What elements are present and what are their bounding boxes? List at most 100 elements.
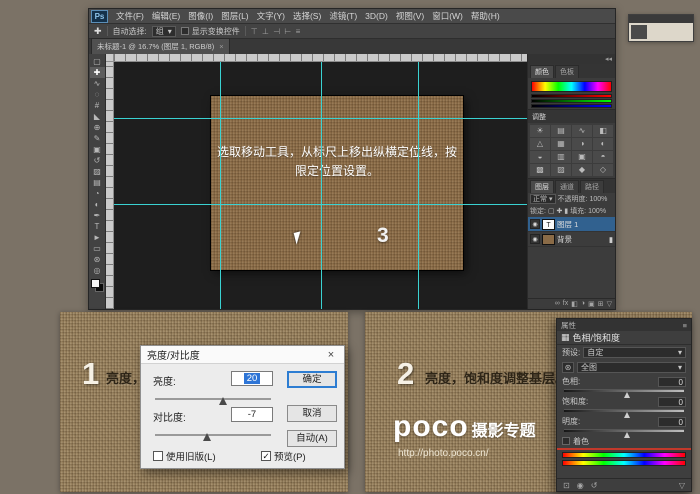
menu-image[interactable]: 图像(I) bbox=[184, 10, 217, 22]
contrast-slider-thumb[interactable] bbox=[203, 433, 211, 441]
adjustment-icon[interactable]: ☀ bbox=[530, 125, 550, 137]
zoom-tool[interactable]: ◎ bbox=[90, 265, 105, 276]
document[interactable]: 选取移动工具，从标尺上移出纵横定位线，按限定位置设置。 3 bbox=[211, 96, 463, 270]
healing-brush-tool[interactable]: ⊕ bbox=[90, 122, 105, 133]
adjustment-icon[interactable]: ◐ bbox=[593, 138, 613, 150]
adjustment-icon[interactable]: ◓ bbox=[593, 151, 613, 163]
link-layers-icon[interactable]: ∞ bbox=[555, 300, 560, 308]
history-brush-tool[interactable]: ↺ bbox=[90, 155, 105, 166]
saturation-slider-thumb[interactable] bbox=[624, 412, 630, 418]
clip-to-layer-icon[interactable]: ⊡ bbox=[563, 481, 570, 490]
menu-view[interactable]: 视图(V) bbox=[392, 10, 428, 22]
close-tab-icon[interactable]: × bbox=[219, 42, 223, 51]
tab-layers[interactable]: 图层 bbox=[530, 180, 554, 193]
adjustment-icon[interactable]: △ bbox=[530, 138, 550, 150]
hand-tool[interactable]: ⊛ bbox=[90, 254, 105, 265]
menu-help[interactable]: 帮助(H) bbox=[467, 10, 504, 22]
preset-dropdown[interactable]: 自定 ▾ bbox=[583, 347, 686, 358]
tab-swatches[interactable]: 色板 bbox=[555, 65, 579, 78]
crop-tool[interactable]: # bbox=[90, 100, 105, 111]
adjustment-icon[interactable]: ◒ bbox=[530, 151, 550, 163]
blur-tool[interactable]: ◔ bbox=[90, 188, 105, 199]
layer-style-icon[interactable]: fx bbox=[563, 300, 568, 308]
foreground-color-chip[interactable] bbox=[91, 279, 100, 288]
delete-layer-icon[interactable]: ▽ bbox=[607, 300, 612, 308]
adjustment-icon[interactable]: ◆ bbox=[572, 164, 592, 176]
auto-select-dropdown[interactable]: 组 ▾ bbox=[152, 26, 176, 37]
green-slider[interactable] bbox=[531, 99, 612, 103]
align-buttons[interactable]: ⊤ ⊥ ⊣ ⊢ ≡ bbox=[251, 27, 301, 36]
layer-group-icon[interactable]: ▣ bbox=[588, 300, 595, 308]
tab-channels[interactable]: 通道 bbox=[555, 180, 579, 193]
layer-mask-icon[interactable]: ◧ bbox=[571, 300, 578, 308]
dialog-title-bar[interactable]: 亮度/对比度 × bbox=[141, 346, 344, 364]
dodge-tool[interactable]: ◐ bbox=[90, 199, 105, 210]
preview-checkbox[interactable]: ✓ 预览(P) bbox=[261, 449, 306, 463]
type-tool[interactable]: T bbox=[90, 221, 105, 232]
panel-menu-icon[interactable]: ≡ bbox=[683, 321, 687, 330]
reset-icon[interactable]: ↺ bbox=[591, 481, 598, 490]
lasso-tool[interactable]: ∿ bbox=[90, 78, 105, 89]
brightness-input[interactable]: 20 bbox=[231, 371, 273, 386]
adjustment-icon[interactable]: ∿ bbox=[572, 125, 592, 137]
layer-row-layer1[interactable]: ◉ T 图层 1 bbox=[528, 217, 615, 232]
guide-vertical-1[interactable] bbox=[220, 62, 221, 309]
targeted-adjustment-icon[interactable]: ⊛ bbox=[562, 362, 574, 373]
adjustment-icon[interactable]: ▦ bbox=[551, 138, 571, 150]
brush-tool[interactable]: ✎ bbox=[90, 133, 105, 144]
blue-slider[interactable] bbox=[531, 104, 612, 108]
visibility-eye-icon[interactable]: ◉ bbox=[530, 234, 540, 244]
eraser-tool[interactable]: ▨ bbox=[90, 166, 105, 177]
adjustment-icon[interactable]: ▤ bbox=[551, 125, 571, 137]
menu-select[interactable]: 选择(S) bbox=[289, 10, 325, 22]
opacity-value[interactable]: 100% bbox=[589, 196, 607, 203]
guide-horizontal-1[interactable] bbox=[114, 118, 527, 119]
visibility-eye-icon[interactable]: ◉ bbox=[530, 219, 540, 229]
lock-buttons[interactable]: ▢ ✚ ▮ bbox=[548, 207, 568, 215]
canvas[interactable]: 选取移动工具，从标尺上移出纵横定位线，按限定位置设置。 3 bbox=[114, 62, 527, 309]
clone-stamp-tool[interactable]: ▣ bbox=[90, 144, 105, 155]
visibility-eye-icon[interactable]: ◉ bbox=[577, 481, 584, 490]
panel-collapse-bar[interactable]: ◂◂ bbox=[528, 54, 615, 64]
ok-button[interactable]: 确定 bbox=[287, 371, 337, 388]
blend-mode-dropdown[interactable]: 正常 ▾ bbox=[530, 194, 556, 204]
saturation-value-input[interactable]: 0 bbox=[658, 397, 686, 407]
vertical-ruler[interactable] bbox=[106, 62, 114, 309]
adjustment-icon[interactable]: ▩ bbox=[530, 164, 550, 176]
channel-dropdown[interactable]: 全图 ▾ bbox=[577, 362, 686, 373]
lightness-value-input[interactable]: 0 bbox=[658, 417, 686, 427]
contrast-input[interactable]: -7 bbox=[231, 407, 273, 422]
menu-3d[interactable]: 3D(D) bbox=[361, 11, 392, 21]
use-legacy-checkbox[interactable]: 使用旧版(L) bbox=[153, 449, 216, 463]
path-selection-tool[interactable]: ► bbox=[90, 232, 105, 243]
shape-tool[interactable]: ▭ bbox=[90, 243, 105, 254]
move-tool[interactable]: ✚ bbox=[90, 67, 105, 78]
fill-value[interactable]: 100% bbox=[588, 208, 606, 215]
contrast-slider[interactable] bbox=[155, 434, 271, 436]
eyedropper-tool[interactable]: ◣ bbox=[90, 111, 105, 122]
cancel-button[interactable]: 取消 bbox=[287, 405, 337, 422]
menu-type[interactable]: 文字(Y) bbox=[253, 10, 289, 22]
colorize-checkbox[interactable] bbox=[562, 437, 570, 445]
guide-vertical-2[interactable] bbox=[321, 62, 322, 309]
red-slider[interactable] bbox=[531, 94, 612, 98]
quick-selection-tool[interactable]: ◌ bbox=[90, 89, 105, 100]
rectangular-marquee-tool[interactable]: ▢ bbox=[90, 56, 105, 67]
menu-layer[interactable]: 图层(L) bbox=[217, 10, 252, 22]
menu-window[interactable]: 窗口(W) bbox=[428, 10, 467, 22]
pen-tool[interactable]: ✒ bbox=[90, 210, 105, 221]
adjustment-icon[interactable]: ◧ bbox=[593, 125, 613, 137]
hue-slider[interactable] bbox=[564, 389, 684, 392]
layer-row-background[interactable]: ◉ 背景 ▮ bbox=[528, 232, 615, 247]
show-transform-checkbox[interactable]: 显示变换控件 bbox=[181, 26, 240, 37]
tab-color[interactable]: 颜色 bbox=[530, 65, 554, 78]
delete-adjustment-icon[interactable]: ▽ bbox=[679, 481, 685, 490]
adjustment-icon[interactable]: ◇ bbox=[593, 164, 613, 176]
menu-file[interactable]: 文件(F) bbox=[112, 10, 148, 22]
lightness-slider[interactable] bbox=[564, 429, 684, 432]
close-dialog-icon[interactable]: × bbox=[324, 349, 338, 361]
adjustment-layer-icon[interactable]: ◑ bbox=[581, 300, 585, 308]
gradient-tool[interactable]: ▤ bbox=[90, 177, 105, 188]
adjustment-icon[interactable]: ▥ bbox=[551, 151, 571, 163]
lightness-slider-thumb[interactable] bbox=[624, 432, 630, 438]
